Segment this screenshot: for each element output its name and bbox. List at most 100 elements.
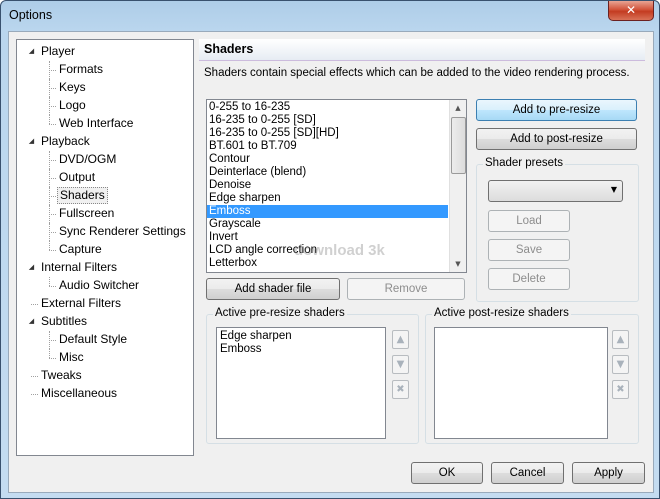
shader-list[interactable]: 0-255 to 16-235 16-235 to 0-255 [SD] 16-23… (206, 99, 467, 273)
close-button[interactable]: ✕ (608, 1, 654, 21)
page-title: Shaders (204, 42, 254, 56)
tree-item-sync-renderer-settings[interactable]: Sync Renderer Settings (57, 223, 188, 240)
remove-shader-icon[interactable]: ✖ (612, 380, 629, 399)
expand-icon[interactable]: ◢ (27, 263, 36, 272)
add-to-post-resize-button[interactable]: Add to post-resize (476, 128, 637, 150)
remove-shader-icon[interactable]: ✖ (392, 380, 409, 399)
shader-list-item[interactable]: Grayscale (207, 218, 448, 231)
tree-connector (49, 205, 50, 223)
tree-item-tweaks[interactable]: Tweaks (39, 367, 84, 384)
tree-connector (49, 250, 56, 251)
tree-item-subtitles[interactable]: Subtitles (39, 313, 89, 330)
tree-connector (49, 178, 56, 179)
tree-item-keys[interactable]: Keys (57, 79, 88, 96)
apply-button[interactable]: Apply (572, 462, 645, 484)
shader-presets-dropdown[interactable]: ▼ (488, 180, 623, 202)
post-resize-list[interactable] (434, 327, 608, 439)
remove-button[interactable]: Remove (347, 278, 465, 300)
post-resize-group: Active post-resize shaders ▲ ▼ ✖ (425, 307, 639, 444)
tree-connector (49, 169, 50, 187)
tree-item-web-interface[interactable]: Web Interface (57, 115, 135, 132)
ok-button[interactable]: OK (411, 462, 483, 484)
shader-list-item[interactable]: Deinterlace (blend) (207, 166, 448, 179)
expand-icon[interactable]: ◢ (27, 47, 36, 56)
tree-connector (49, 223, 50, 241)
load-preset-button[interactable]: Load (488, 210, 570, 232)
pre-resize-group: Active pre-resize shaders Edge sharpen Em… (206, 307, 419, 444)
tree-item-capture[interactable]: Capture (57, 241, 104, 258)
tree-item-fullscreen[interactable]: Fullscreen (57, 205, 116, 222)
expand-icon[interactable]: ◢ (27, 137, 36, 146)
tree-connector (49, 241, 50, 250)
scroll-down-icon[interactable]: ▼ (450, 256, 466, 272)
tree-item-external-filters[interactable]: External Filters (39, 295, 123, 312)
shader-list-item[interactable]: Contour (207, 153, 448, 166)
tree-connector (49, 340, 56, 341)
tree-connector (49, 277, 50, 286)
tree-connector (49, 196, 56, 197)
tree-item-dvd-ogm[interactable]: DVD/OGM (57, 151, 118, 168)
tree-connector (31, 304, 38, 305)
delete-preset-button[interactable]: Delete (488, 268, 570, 290)
tree-item-playback[interactable]: Playback (39, 133, 92, 150)
tree-item-logo[interactable]: Logo (57, 97, 88, 114)
tree-item-audio-switcher[interactable]: Audio Switcher (57, 277, 141, 294)
save-preset-button[interactable]: Save (488, 239, 570, 261)
tree-connector (49, 70, 56, 71)
options-window: Options ✕ ◢ Player Formats Keys Logo Web Inte… (0, 0, 660, 499)
move-down-icon[interactable]: ▼ (612, 355, 629, 374)
dialog-client-area: ◢ Player Formats Keys Logo Web Interface ◢ Play… (8, 31, 654, 493)
options-tree[interactable]: ◢ Player Formats Keys Logo Web Interface ◢ Play… (16, 39, 194, 456)
shader-list-item[interactable]: Invert (207, 231, 448, 244)
tree-connector (49, 331, 50, 349)
window-title: Options (9, 8, 53, 22)
tree-item-shaders[interactable]: Shaders (57, 187, 108, 204)
move-down-icon[interactable]: ▼ (392, 355, 409, 374)
tree-item-default-style[interactable]: Default Style (57, 331, 129, 348)
scroll-up-icon[interactable]: ▲ (450, 100, 466, 116)
page-description: Shaders contain special effects which ca… (204, 67, 630, 79)
title-bar[interactable]: Options ✕ (1, 1, 659, 31)
pre-resize-item[interactable]: Emboss (218, 343, 292, 356)
pre-resize-list[interactable]: Edge sharpen Emboss (216, 327, 386, 439)
tree-item-misc[interactable]: Misc (57, 349, 86, 366)
chevron-down-icon: ▼ (610, 185, 617, 194)
shader-list-item[interactable]: Edge sharpen (207, 192, 448, 205)
shader-list-item[interactable]: Denoise (207, 179, 448, 192)
tree-connector (49, 124, 56, 125)
tree-item-internal-filters[interactable]: Internal Filters (39, 259, 119, 276)
tree-connector (49, 115, 50, 124)
tree-connector (49, 88, 56, 89)
tree-item-player[interactable]: Player (39, 43, 77, 60)
shader-list-item[interactable]: Letterbox (207, 257, 448, 270)
add-shader-file-button[interactable]: Add shader file (206, 278, 340, 300)
move-up-icon[interactable]: ▲ (612, 330, 629, 349)
shader-list-item[interactable]: LCD angle correction (207, 244, 448, 257)
shader-list-item[interactable]: 0-255 to 16-235 (207, 101, 448, 114)
shader-list-item[interactable]: BT.601 to BT.709 (207, 140, 448, 153)
shader-list-item[interactable]: Emboss (207, 205, 448, 218)
tree-item-output[interactable]: Output (57, 169, 97, 186)
tree-connector (49, 160, 56, 161)
tree-connector (49, 61, 50, 79)
shader-list-item[interactable]: 16-235 to 0-255 [SD] (207, 114, 448, 127)
page-header: Shaders (199, 39, 645, 61)
post-resize-label: Active post-resize shaders (432, 307, 571, 319)
shader-list-item[interactable]: 16-235 to 0-255 [SD][HD] (207, 127, 448, 140)
pre-resize-item[interactable]: Edge sharpen (218, 330, 292, 343)
close-icon: ✕ (625, 3, 637, 17)
tree-connector (49, 214, 56, 215)
tree-connector (49, 79, 50, 97)
shader-presets-label: Shader presets (483, 157, 565, 169)
expand-icon[interactable]: ◢ (27, 317, 36, 326)
tree-item-formats[interactable]: Formats (57, 61, 105, 78)
scroll-thumb[interactable] (451, 117, 466, 174)
move-up-icon[interactable]: ▲ (392, 330, 409, 349)
cancel-button[interactable]: Cancel (491, 462, 564, 484)
tree-connector (31, 376, 38, 377)
shader-list-scrollbar[interactable]: ▲ ▼ (449, 100, 466, 272)
tree-item-miscellaneous[interactable]: Miscellaneous (39, 385, 119, 402)
add-to-pre-resize-button[interactable]: Add to pre-resize (476, 99, 637, 121)
tree-connector (49, 358, 56, 359)
tree-connector (49, 151, 50, 169)
